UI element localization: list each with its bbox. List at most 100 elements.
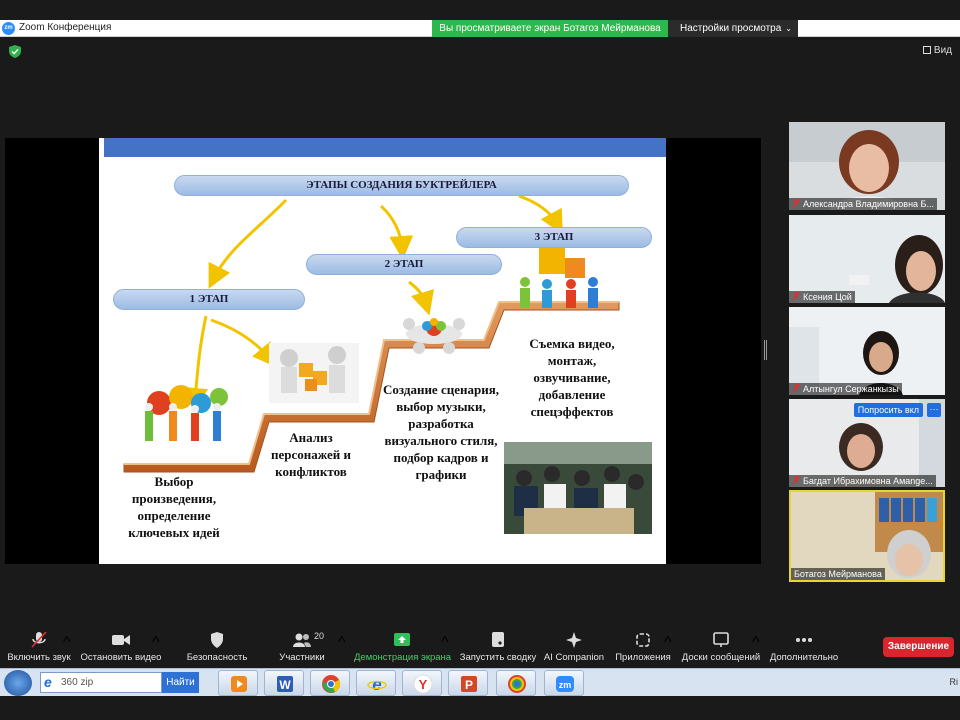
media-player-icon [231, 676, 247, 692]
shield-icon[interactable] [9, 45, 21, 58]
whiteboards-button[interactable]: Доски сообщений [680, 628, 762, 668]
taskbar-yandex[interactable]: Y [402, 670, 442, 696]
classroom-photo [504, 442, 652, 534]
participants-icon [293, 633, 311, 647]
title-bar: zm Zoom Конференция Вы просматриваете эк… [0, 20, 960, 37]
taskbar-photos[interactable] [496, 670, 536, 696]
start-button[interactable] [4, 670, 32, 696]
taskbar-internet-explorer[interactable]: e [356, 670, 396, 696]
step3-text: Создание сценария, выбор музыки, разрабо… [383, 382, 499, 482]
svg-text:zm: zm [559, 680, 572, 690]
participant-tile[interactable]: Попросить вкл ··· Багдат Ибрахимовна Амa… [789, 399, 945, 487]
taskbar-chrome[interactable] [310, 670, 350, 696]
taskbar-word[interactable]: W [264, 670, 304, 696]
presentation-slide: ЭТАПЫ СОЗДАНИЯ БУКТРЕЙЛЕРА 3 ЭТАП 2 ЭТАП… [99, 138, 666, 564]
svg-text:P: P [465, 678, 473, 692]
search-button[interactable]: Найти [162, 672, 199, 693]
whiteboards-options-caret[interactable]: ^ [752, 634, 760, 652]
view-options-button[interactable]: Настройки просмотра ⌄ [668, 20, 798, 37]
participant-video [791, 492, 943, 580]
participants-count: 20 [314, 631, 325, 641]
photos-icon [508, 675, 526, 693]
step4-text: Съемка видео, монтаж, озвучивание, добав… [529, 336, 615, 419]
arrow-1-to-step1 [184, 315, 209, 412]
participant-video [789, 215, 945, 303]
yandex-icon: Y [413, 674, 433, 694]
participants-options-caret[interactable]: ^ [338, 634, 346, 652]
system-tray[interactable]: Ri [950, 677, 959, 687]
apps-options-caret[interactable]: ^ [664, 634, 672, 652]
taskbar-zoom[interactable]: zm [544, 670, 584, 696]
zoom-logo-icon: zm [2, 22, 15, 35]
mic-muted-icon [792, 199, 800, 208]
taskbar-powerpoint[interactable]: P [448, 670, 488, 696]
powerpoint-icon: P [461, 676, 477, 692]
more-options-button[interactable]: ··· [927, 403, 941, 417]
chrome-icon [322, 675, 340, 693]
summary-icon [492, 632, 504, 647]
sparkle-icon [566, 632, 582, 648]
stop-video-button[interactable]: Остановить видео [80, 628, 162, 668]
step2-text: Анализ персонажей и конфликтов [270, 430, 351, 479]
participant-tile[interactable]: Александра Владимировна Б... [789, 122, 945, 210]
svg-text:e: e [372, 675, 381, 694]
shield-icon [211, 632, 223, 648]
mic-muted-icon [792, 384, 800, 393]
mic-muted-icon [792, 292, 800, 301]
security-button[interactable]: Безопасность [184, 628, 250, 668]
word-icon: W [277, 676, 293, 692]
view-button-label: Вид [933, 45, 952, 56]
internet-explorer-icon: e [367, 675, 387, 694]
participant-video [789, 307, 945, 395]
participant-name: Ботагоз Мейрманова [791, 568, 885, 580]
whiteboard-icon [713, 632, 729, 647]
search-input[interactable]: e 360 zip [40, 672, 162, 693]
participant-name: Александра Владимировна Б... [789, 198, 937, 210]
participant-name: Багдат Ибрахимовна Амange... [789, 475, 936, 487]
participant-name: Алтынгул Сержанкызы [789, 383, 902, 395]
panel-splitter-handle[interactable] [764, 340, 767, 360]
participant-tile-active-speaker[interactable]: Ботагоз Мейрманова [789, 490, 945, 582]
more-button[interactable]: Дополнительно [768, 628, 840, 668]
ask-to-unmute-button[interactable]: Попросить вкл [853, 403, 923, 417]
more-dots-icon [796, 638, 812, 642]
arrow-1-to-step2 [210, 318, 277, 368]
arrow-to-stage2 [379, 204, 414, 260]
windows-taskbar: e 360 zip Найти W e Y P zm Ri [0, 668, 960, 696]
grid-icon [922, 46, 931, 54]
browser-e-icon: e [44, 674, 52, 690]
zoom-app-icon: zm [556, 676, 574, 692]
participant-video [789, 122, 945, 210]
step1-text: Выбор произведения, определение ключевых… [128, 474, 220, 540]
arrow-to-stage1 [208, 198, 288, 289]
svg-text:W: W [279, 678, 291, 692]
app-title: Zoom Конференция [19, 22, 112, 33]
search-input-value: 360 zip [61, 677, 94, 688]
zoom-window: zm Zoom Конференция Вы просматриваете эк… [0, 0, 960, 720]
end-meeting-button[interactable]: Завершение [883, 637, 954, 657]
svg-text:Y: Y [419, 677, 428, 692]
share-banner: Вы просматриваете экран Ботагоз Мейрмано… [432, 20, 668, 37]
start-summary-button[interactable]: Запустить сводку [458, 628, 538, 668]
gears-illustration [145, 385, 228, 441]
arrow-to-stage3 [518, 194, 563, 235]
view-button[interactable]: Вид [922, 45, 952, 56]
video-options-caret[interactable]: ^ [152, 634, 160, 652]
share-screen-button[interactable]: Демонстрация экрана [354, 628, 451, 668]
audio-options-caret[interactable]: ^ [63, 634, 71, 652]
participant-tile[interactable]: Ксения Цой [789, 215, 945, 303]
share-screen-icon [394, 633, 410, 646]
arrow-2-to-step3 [408, 280, 435, 316]
builders-illustration [520, 248, 598, 308]
mic-muted-icon [31, 632, 47, 648]
share-options-caret[interactable]: ^ [441, 634, 449, 652]
ai-companion-button[interactable]: AI Companion [542, 628, 606, 668]
taskbar-media-player[interactable] [218, 670, 258, 696]
view-options-label: Настройки просмотра [680, 23, 782, 34]
apps-icon [636, 633, 650, 647]
participant-tile[interactable]: Алтынгул Сержанкызы [789, 307, 945, 395]
teamwork-illustration [403, 318, 465, 354]
stage2-pill: 2 ЭТАП [306, 254, 502, 275]
meeting-toolbar: Включить звук ^ Остановить видео ^ Безоп… [0, 628, 960, 668]
stage3-pill: 3 ЭТАП [456, 227, 652, 248]
